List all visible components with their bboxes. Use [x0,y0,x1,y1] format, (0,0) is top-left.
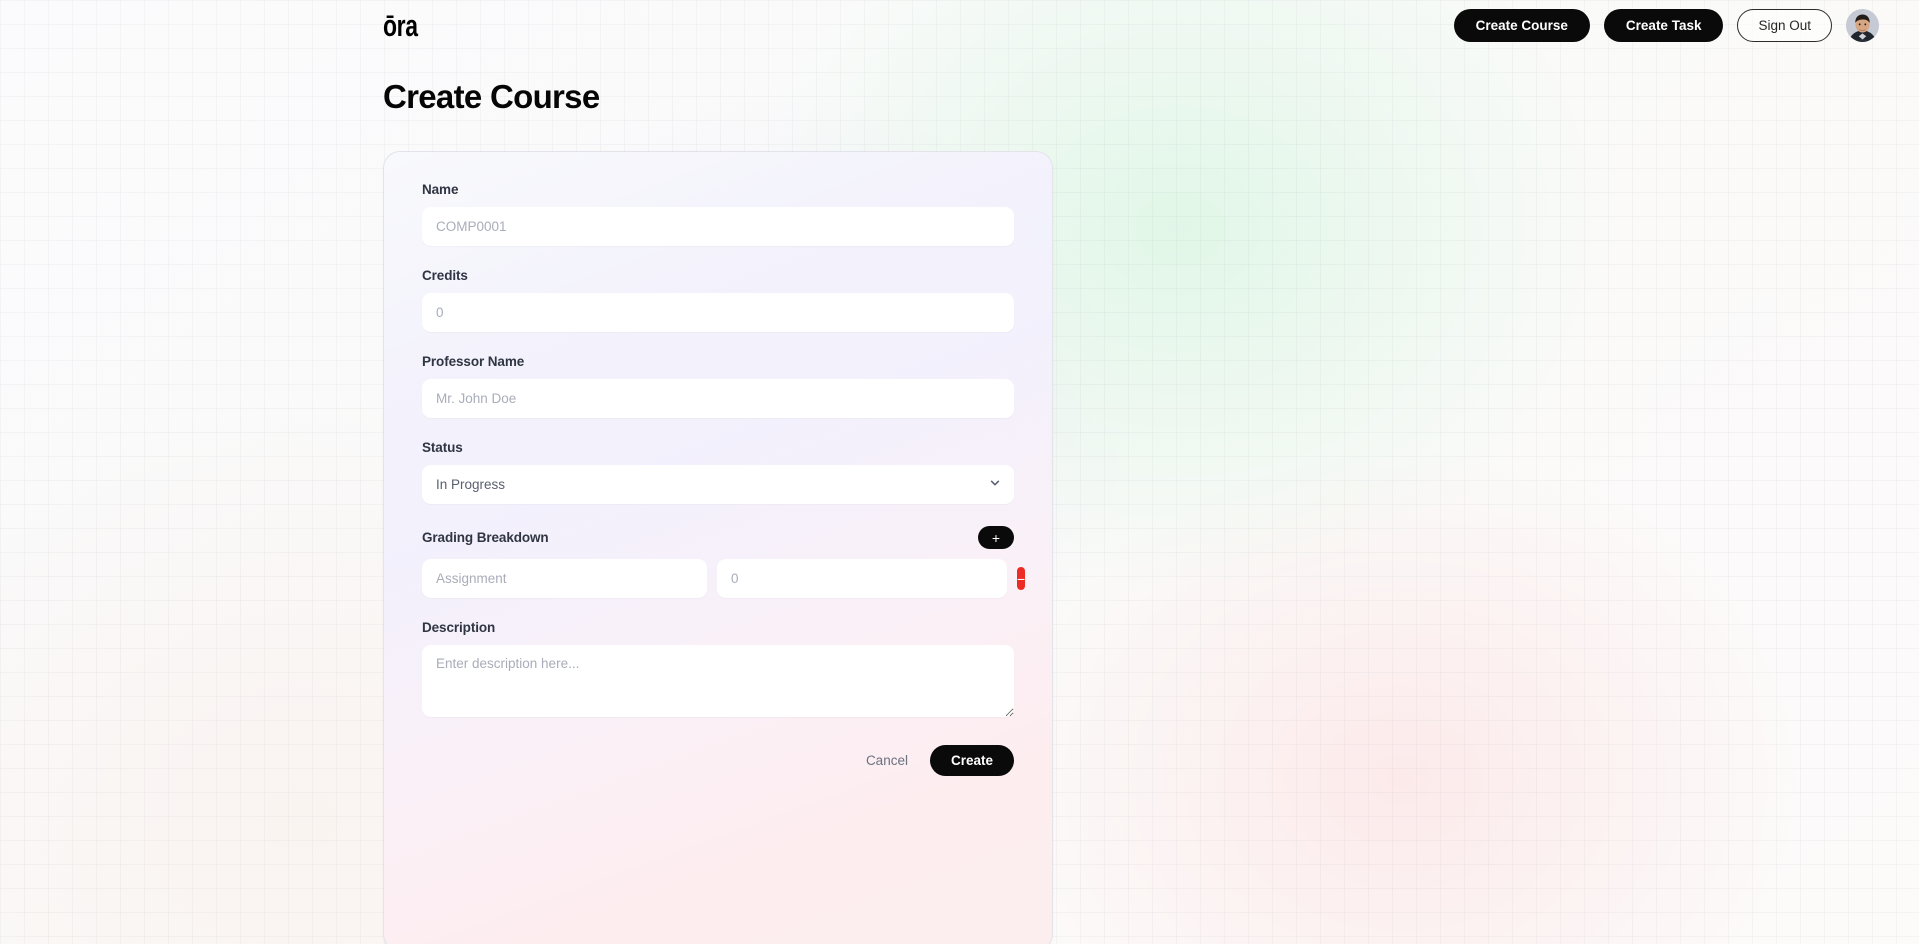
name-input[interactable] [422,207,1014,246]
remove-grading-row-button[interactable]: − [1017,567,1026,590]
grading-item-weight-input[interactable] [717,559,1007,598]
field-status: Status In Progress [422,440,1014,504]
sign-out-button[interactable]: Sign Out [1737,9,1832,42]
grading-item-name-input[interactable] [422,559,707,598]
field-professor-name: Professor Name [422,354,1014,418]
label-description: Description [422,620,496,635]
app-logo[interactable]: ōra [383,10,418,41]
grading-breakdown-header: Grading Breakdown + [422,526,1014,549]
status-select-wrapper: In Progress [422,465,1014,504]
status-select[interactable]: In Progress [422,465,1014,504]
form-footer: Cancel Create [422,745,1014,802]
credits-input[interactable] [422,293,1014,332]
create-task-button[interactable]: Create Task [1603,9,1724,42]
page-title: Create Course [383,78,600,115]
app-header: ōra Create Course Create Task Sign Out [0,0,1919,60]
add-grading-row-button[interactable]: + [978,526,1014,549]
create-course-button[interactable]: Create Course [1453,9,1590,42]
label-status: Status [422,440,463,455]
page-background: ōra Create Course Create Task Sign Out C… [0,0,1919,944]
label-name: Name [422,182,459,197]
label-credits: Credits [422,268,468,283]
create-button[interactable]: Create [929,745,1014,776]
field-grading-breakdown: Grading Breakdown + − [422,526,1026,598]
professor-name-input[interactable] [422,379,1014,418]
field-name: Name [422,182,1014,246]
label-professor-name: Professor Name [422,354,525,369]
avatar[interactable] [1846,9,1879,42]
avatar-photo-icon [1846,9,1879,42]
grading-row: − [422,559,1026,598]
header-actions: Create Course Create Task Sign Out [1453,9,1879,42]
field-description: Description [422,620,1014,717]
cancel-button[interactable]: Cancel [862,747,912,774]
label-grading-breakdown: Grading Breakdown [422,530,549,545]
field-credits: Credits [422,268,1014,332]
description-textarea[interactable] [422,645,1014,717]
create-course-form-card: Name Credits Professor Name Status In Pr… [383,151,1053,944]
